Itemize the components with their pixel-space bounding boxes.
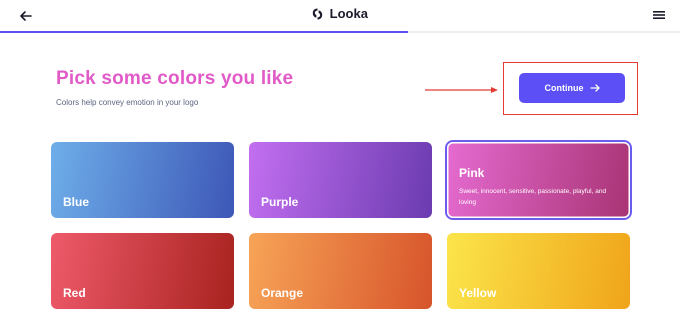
progress-bar [0,31,680,33]
color-card-blue[interactable]: Blue [51,142,234,218]
color-card-label: Blue [63,195,90,209]
color-card-orange[interactable]: Orange [249,233,432,309]
color-card-red[interactable]: Red [51,233,234,309]
looka-logo-icon [312,8,323,20]
continue-button[interactable]: Continue [519,73,625,103]
logo-text: Looka [329,6,368,21]
arrow-right-icon [589,84,600,92]
color-card-label: Yellow [459,286,497,300]
top-bar: Looka [0,0,680,32]
color-card-purple[interactable]: Purple [249,142,432,218]
annotation-arrow [425,87,498,93]
progress-bar-fill [0,31,408,33]
color-card-yellow[interactable]: Yellow [447,233,630,309]
color-card-description: Sweet, innocent, sensitive, passionate, … [459,188,607,206]
color-card-label: Purple [261,195,299,209]
color-card-pink[interactable]: Pink Sweet, innocent, sensitive, passiona… [447,142,630,218]
page-subtitle: Colors help convey emotion in your logo [56,98,199,107]
hamburger-menu-icon[interactable] [652,8,666,22]
logo[interactable]: Looka [0,6,680,21]
color-card-label: Red [63,286,86,300]
page-title: Pick some colors you like [56,68,294,89]
color-card-label: Pink [459,166,485,180]
continue-button-label: Continue [544,83,584,93]
color-card-label: Orange [261,286,304,300]
